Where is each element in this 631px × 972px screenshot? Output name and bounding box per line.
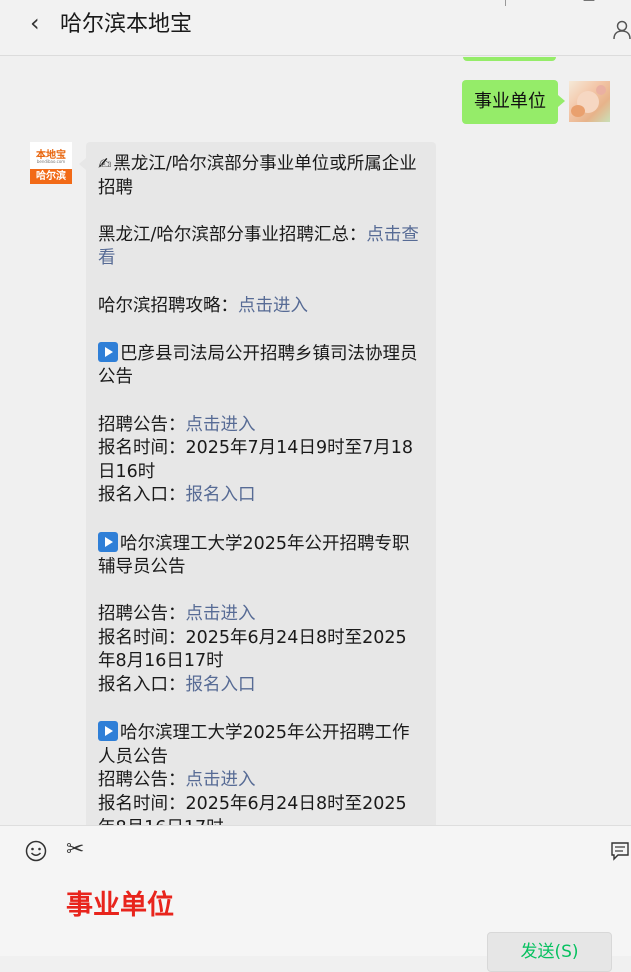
job-notice-link[interactable]: 点击进入 — [186, 415, 256, 435]
play-icon — [98, 341, 118, 362]
job-notice-link[interactable]: 点击进入 — [186, 770, 256, 790]
scissors-icon[interactable]: ✂ — [66, 837, 84, 862]
input-area[interactable]: ✂ 事业单位 发送(S) — [0, 825, 631, 972]
chat-messages[interactable]: 事业单位 本地宝 bendibao.com 哈尔滨 ✍ 黑龙江/哈尔滨部分事业单位… — [0, 57, 631, 825]
more-icon[interactable]: — — [583, 0, 595, 7]
job-notice-link[interactable]: 点击进入 — [186, 604, 256, 624]
incoming-message: ✍ 黑龙江/哈尔滨部分事业单位或所属企业招聘 黑龙江/哈尔滨部分事业招聘汇总：点击… — [79, 142, 436, 825]
job-notice-line: 招聘公告：点击进入 — [98, 604, 256, 625]
job-entry-line: 报名入口：报名入口 — [98, 485, 256, 506]
job-entry-link[interactable]: 报名入口 — [186, 675, 256, 695]
job-notice-line: 招聘公告：点击进入 — [98, 414, 256, 435]
bot-avatar[interactable]: 本地宝 bendibao.com 哈尔滨 — [30, 142, 72, 184]
chat-header: ‹ 哈尔滨本地宝 — — [0, 0, 631, 56]
job-title: 哈尔滨理工大学2025年公开招聘工作人员公告 — [98, 721, 410, 767]
emoji-icon[interactable] — [25, 840, 47, 862]
play-icon — [98, 531, 118, 552]
job-title: 巴彦县司法局公开招聘乡镇司法协理员公告 — [98, 341, 418, 388]
job-time-line: 报名时间：2025年7月14日9时至7月18日16时 — [98, 438, 413, 482]
job-notice-line: 招聘公告：点击进入 — [98, 770, 256, 791]
header-divider — [505, 0, 506, 6]
play-icon — [98, 721, 118, 742]
send-button[interactable]: 发送(S) — [487, 932, 612, 972]
back-icon[interactable]: ‹ — [30, 9, 40, 37]
summary-line: 黑龙江/哈尔滨部分事业招聘汇总：点击查看 — [98, 224, 419, 269]
guide-link[interactable]: 点击进入 — [238, 296, 308, 316]
job-title: 哈尔滨理工大学2025年公开招聘专职辅导员公告 — [98, 531, 410, 578]
message-input[interactable]: 事业单位 — [66, 883, 174, 922]
job-time-line: 报名时间：2025年6月24日8时至2025年8月16日17时 — [98, 794, 407, 825]
job-entry-line: 报名入口：报名入口 — [98, 675, 256, 696]
job-time-line: 报名时间：2025年6月24日8时至2025年8月16日17时 — [98, 627, 407, 672]
previous-message-bubble — [463, 57, 556, 61]
my-avatar[interactable] — [569, 81, 610, 122]
chat-history-icon[interactable] — [609, 840, 631, 862]
writing-hand-icon: ✍ — [98, 154, 112, 173]
guide-line: 哈尔滨招聘攻略：点击进入 — [98, 295, 308, 316]
job-entry-link[interactable]: 报名入口 — [186, 485, 256, 505]
outgoing-message[interactable]: 事业单位 — [462, 80, 565, 124]
avatar-logo-url: bendibao.com — [36, 159, 66, 164]
profile-icon[interactable] — [612, 18, 631, 42]
avatar-city: 哈尔滨 — [30, 169, 72, 184]
chat-title: 哈尔滨本地宝 — [60, 12, 193, 37]
message-title: ✍ 黑龙江/哈尔滨部分事业单位或所属企业招聘 — [98, 154, 417, 198]
